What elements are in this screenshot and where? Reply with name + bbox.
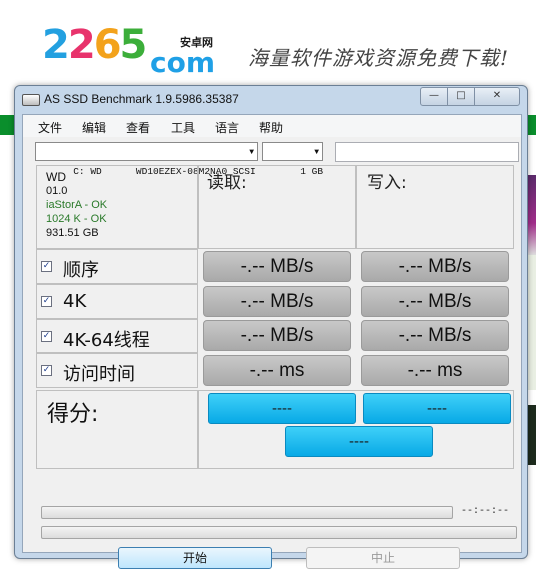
window-client: 文件 编辑 查看 工具 语言 帮助 C: WD WD10EZEX-08M2NA0… xyxy=(22,114,522,569)
read-header-cell: 读取: xyxy=(198,165,356,249)
test-row-seq: ✓ 顺序 xyxy=(36,249,198,284)
chevron-down-icon: ▼ xyxy=(249,148,254,157)
checkbox-seq[interactable]: ✓ xyxy=(41,261,52,272)
elapsed-time: --:--:-- xyxy=(461,506,510,517)
start-button[interactable]: 开始 xyxy=(118,547,272,569)
4k-write-result: -.-- MB/s xyxy=(361,286,509,317)
menu-help[interactable]: 帮助 xyxy=(259,119,283,136)
write-score: ---- xyxy=(363,393,511,424)
test-row-4k: ✓ 4K xyxy=(36,284,198,319)
driver-status: iaStorA - OK xyxy=(46,199,108,211)
test-row-4k64: ✓ 4K-64线程 xyxy=(36,319,198,353)
size-select[interactable]: 1 GB ▼ xyxy=(262,142,323,177)
menu-language[interactable]: 语言 xyxy=(215,119,239,136)
close-button[interactable]: ✕ xyxy=(474,87,520,106)
drive-info: WD 01.0 iaStorA - OK 1024 K - OK 931.51 … xyxy=(36,165,198,249)
access-write-result: -.-- ms xyxy=(361,355,509,386)
logo-digit: 6 xyxy=(93,22,122,68)
drive-firmware: 01.0 xyxy=(46,185,68,197)
seq-write-result: -.-- MB/s xyxy=(361,251,509,282)
test-label: 顺序 xyxy=(63,260,99,281)
logo-digit: 2 xyxy=(67,22,96,68)
logo-digit: 2 xyxy=(42,22,70,68)
logo-digit: 5 xyxy=(119,22,148,68)
stop-button[interactable]: 中止 xyxy=(306,547,460,569)
benchmark-panel: WD 01.0 iaStorA - OK 1024 K - OK 931.51 … xyxy=(36,165,519,477)
test-label: 4K xyxy=(63,291,87,312)
minimize-button[interactable]: — xyxy=(420,87,448,106)
site-slogan: 海量软件游戏资源免费下载! xyxy=(248,46,510,70)
write-header-cell: 写入: xyxy=(356,165,514,249)
progress-bar-total xyxy=(41,526,517,539)
maximize-button[interactable]: □ xyxy=(447,87,475,106)
app-icon xyxy=(22,94,40,106)
site-header: 2265 安卓网 com 海量软件游戏资源免费下载! xyxy=(0,0,536,90)
alignment-status: 1024 K - OK xyxy=(46,213,107,225)
menu-view[interactable]: 查看 xyxy=(126,119,150,136)
site-logo[interactable]: 2265 xyxy=(42,22,148,68)
window-title: AS SSD Benchmark 1.9.5986.35387 xyxy=(44,92,239,106)
test-label: 4K-64线程 xyxy=(63,330,150,351)
checkbox-4k[interactable]: ✓ xyxy=(41,296,52,307)
access-read-result: -.-- ms xyxy=(203,355,351,386)
4k64-write-result: -.-- MB/s xyxy=(361,320,509,351)
checkbox-access[interactable]: ✓ xyxy=(41,365,52,376)
total-score: ---- xyxy=(285,426,433,457)
test-label: 访问时间 xyxy=(63,364,135,385)
read-score: ---- xyxy=(208,393,356,424)
menu-tools[interactable]: 工具 xyxy=(171,119,195,136)
seq-read-result: -.-- MB/s xyxy=(203,251,351,282)
read-header: 读取: xyxy=(207,173,247,193)
title-bar[interactable]: AS SSD Benchmark 1.9.5986.35387 — □ ✕ xyxy=(15,86,527,114)
menu-bar: 文件 编辑 查看 工具 语言 帮助 xyxy=(23,115,521,137)
menu-file[interactable]: 文件 xyxy=(38,119,62,136)
logo-com: com xyxy=(150,46,216,79)
4k64-read-result: -.-- MB/s xyxy=(203,320,351,351)
write-header: 写入: xyxy=(367,173,407,193)
checkbox-4k64[interactable]: ✓ xyxy=(41,331,52,342)
4k-read-result: -.-- MB/s xyxy=(203,286,351,317)
drive-capacity: 931.51 GB xyxy=(46,227,99,239)
drive-select[interactable]: C: WD WD10EZEX-08M2NA0 SCSI ▼ xyxy=(35,142,258,177)
extra-input[interactable] xyxy=(335,142,519,162)
test-row-access: ✓ 访问时间 xyxy=(36,353,198,388)
app-window: AS SSD Benchmark 1.9.5986.35387 — □ ✕ 文件… xyxy=(14,85,528,569)
chevron-down-icon: ▼ xyxy=(314,148,319,157)
score-label: 得分: xyxy=(47,402,99,427)
drive-vendor: WD xyxy=(46,170,66,184)
menu-edit[interactable]: 编辑 xyxy=(82,119,106,136)
score-label-cell: 得分: xyxy=(36,390,198,469)
progress-bar-test xyxy=(41,506,453,519)
